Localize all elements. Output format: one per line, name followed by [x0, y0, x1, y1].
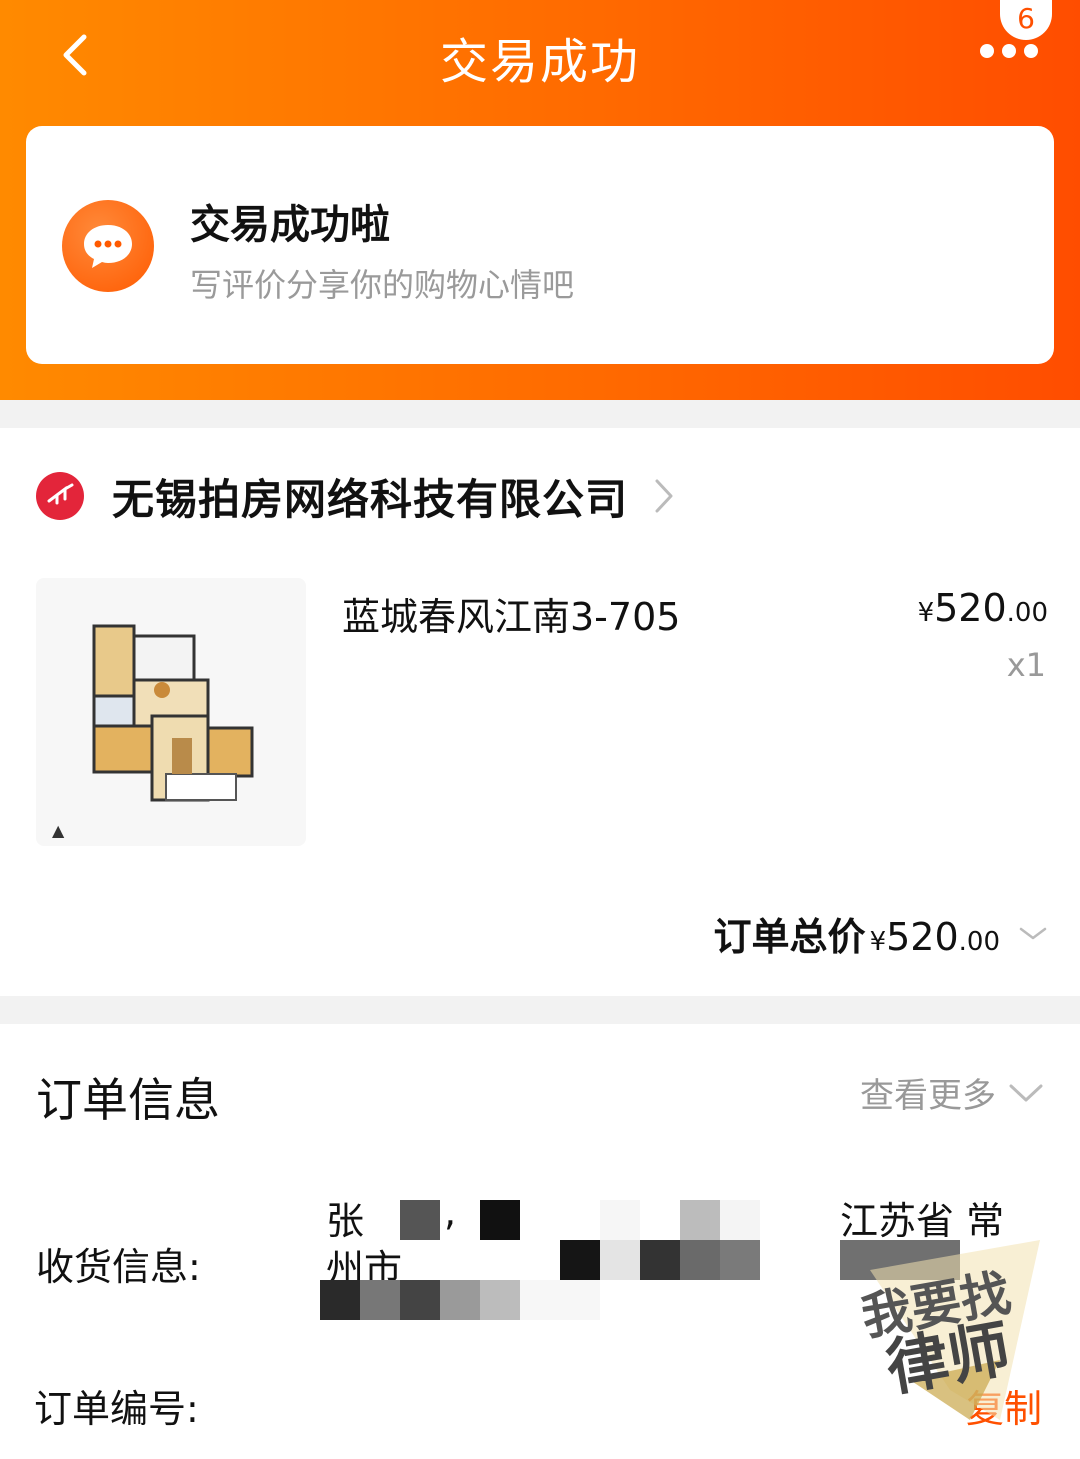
- redacted-block: [680, 1240, 720, 1280]
- view-more-label: 查看更多: [860, 1076, 996, 1116]
- redacted-block: [360, 1280, 400, 1320]
- redacted-block: [520, 1280, 600, 1320]
- order-total-currency: ¥: [869, 927, 887, 957]
- order-card: 无锡拍房网络科技有限公司 ▲ 蓝城春风江南3-705 ¥520.00 x1 订单…: [0, 428, 1080, 996]
- view-more-button[interactable]: 查看更多: [860, 1068, 1044, 1117]
- chevron-right-icon: [655, 479, 673, 513]
- redacted-block: [600, 1240, 640, 1280]
- chevron-down-icon: [1019, 927, 1047, 939]
- message-count-badge: 6: [1000, 0, 1052, 40]
- redacted-block: [480, 1200, 520, 1240]
- page-title: 交易成功: [439, 34, 640, 90]
- shop-row[interactable]: 无锡拍房网络科技有限公司: [36, 466, 674, 526]
- more-button[interactable]: 6: [970, 0, 1070, 90]
- chat-bubble-icon: [62, 200, 154, 292]
- order-total-label: 订单总价: [713, 915, 866, 959]
- more-dots-icon: [980, 44, 1038, 58]
- shipping-comma: ,: [444, 1190, 457, 1234]
- chevron-down-icon: [1009, 1084, 1043, 1101]
- redacted-block: [440, 1280, 480, 1320]
- product-price: ¥520.00: [918, 586, 1048, 630]
- redacted-block: [720, 1240, 760, 1280]
- order-info-title: 订单信息: [36, 1073, 220, 1127]
- shop-name: 无锡拍房网络科技有限公司: [112, 474, 629, 524]
- product-floorplan-image[interactable]: ▲: [36, 578, 306, 846]
- redacted-block: [400, 1280, 440, 1320]
- redacted-block: [480, 1280, 520, 1320]
- watermark-logo: 我要找 律师: [850, 1230, 1050, 1430]
- price-decimal: .00: [1006, 598, 1048, 628]
- header: 交易成功 6 交易成功啦 写评价分享你的购物心情吧: [0, 0, 1080, 400]
- product-quantity: x1: [1006, 646, 1046, 684]
- redacted-block: [560, 1240, 600, 1280]
- product-title[interactable]: 蓝城春风江南3-705: [342, 586, 680, 641]
- redacted-block: [400, 1200, 440, 1240]
- shipping-name: 张: [326, 1199, 365, 1243]
- svg-text:▲: ▲: [52, 821, 65, 840]
- shipping-info-label: 收货信息:: [36, 1245, 201, 1289]
- redacted-block: [320, 1280, 360, 1320]
- redacted-block: [600, 1200, 640, 1240]
- redacted-block: [720, 1200, 760, 1240]
- redacted-block: [680, 1200, 720, 1240]
- order-number-label: 订单编号:: [34, 1387, 199, 1431]
- shop-logo: [36, 472, 84, 520]
- order-total-decimal: .00: [958, 927, 1000, 957]
- order-total-row[interactable]: 订单总价 ¥ 520 .00: [714, 906, 1048, 961]
- order-total-integer: 520: [886, 915, 959, 959]
- status-card[interactable]: 交易成功啦 写评价分享你的购物心情吧: [26, 126, 1054, 364]
- status-title: 交易成功啦: [190, 202, 390, 248]
- price-integer: 520: [934, 586, 1007, 630]
- price-currency: ¥: [917, 598, 935, 628]
- status-subtitle: 写评价分享你的购物心情吧: [190, 266, 575, 304]
- redacted-block: [640, 1240, 680, 1280]
